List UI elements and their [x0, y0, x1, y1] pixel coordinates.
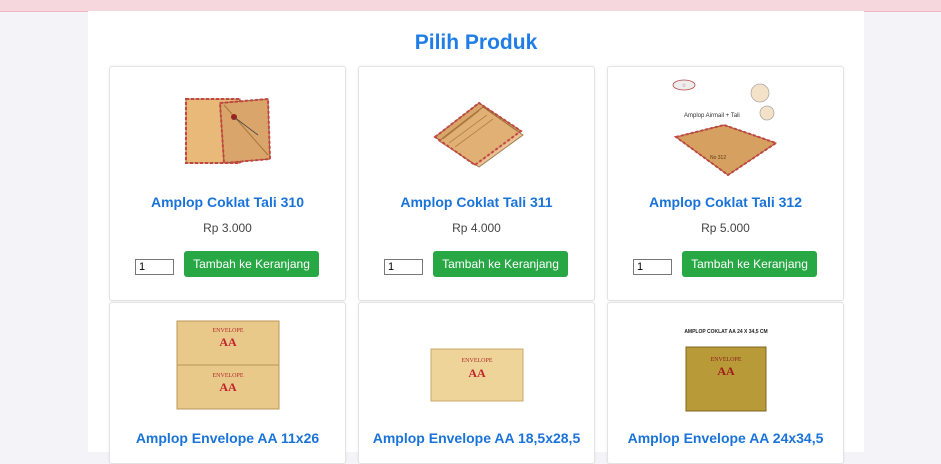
- product-card-310: Amplop Coklat Tali 310 Rp 3.000 Tambah k…: [109, 66, 346, 301]
- image-label-airmail: Amplop Airmail + Tali: [684, 113, 740, 119]
- product-name[interactable]: Amplop Envelope AA 18,5x28,5: [359, 430, 594, 446]
- image-label-size: AMPLOP COKLAT AA 24 X 34,5 CM: [684, 329, 767, 335]
- product-image-envelope-aa-18-5x28-5: ENVELOPE AA: [430, 348, 523, 402]
- image-label-no: No 312: [710, 155, 726, 161]
- product-image-envelope-aa-24x34-5: AMPLOP COKLAT AA 24 X 34,5 CM ENVELOPE A…: [684, 329, 767, 412]
- product-name[interactable]: Amplop Envelope AA 11x26: [110, 430, 345, 446]
- product-name[interactable]: Amplop Envelope AA 24x34,5: [608, 430, 843, 446]
- quantity-input[interactable]: [633, 259, 672, 275]
- product-name[interactable]: Amplop Coklat Tali 312: [608, 194, 843, 210]
- product-card-312: ☆ Amplop Airmail + Tali No 312 Amplop Co…: [607, 66, 844, 301]
- products-panel: Pilih Produk Amplop Coklat Tali 310 Rp 3…: [88, 11, 864, 464]
- product-name[interactable]: Amplop Coklat Tali 311: [359, 194, 594, 210]
- page-title: Pilih Produk: [414, 31, 538, 54]
- product-image-envelope-aa-11x26: ENVELOPE AA ENVELOPE AA: [176, 320, 279, 410]
- envelope-brand-2: ENVELOPE: [212, 373, 243, 379]
- envelope-mark: AA: [468, 366, 486, 380]
- product-image-amplop-coklat-311: [432, 101, 524, 168]
- envelope-brand: ENVELOPE: [461, 358, 492, 364]
- product-card-311: Amplop Coklat Tali 311 Rp 4.000 Tambah k…: [358, 66, 595, 301]
- product-price: Rp 3.000: [203, 221, 252, 235]
- envelope-mark-2: AA: [219, 380, 237, 394]
- envelope-brand: ENVELOPE: [710, 357, 741, 363]
- add-to-cart-button[interactable]: Tambah ke Keranjang: [433, 251, 568, 277]
- product-price: Rp 4.000: [452, 221, 501, 235]
- product-price: Rp 5.000: [701, 221, 750, 235]
- product-card-aa-24x34-5: AMPLOP COKLAT AA 24 X 34,5 CM ENVELOPE A…: [607, 302, 844, 464]
- product-card-aa-18-5x28-5: ENVELOPE AA Amplop Envelope AA 18,5x28,5: [358, 302, 595, 464]
- add-to-cart-button[interactable]: Tambah ke Keranjang: [682, 251, 817, 277]
- product-image-amplop-coklat-310: [184, 97, 271, 165]
- envelope-mark: AA: [219, 335, 237, 349]
- product-card-aa-11x26: ENVELOPE AA ENVELOPE AA Amplop Envelope …: [109, 302, 346, 464]
- envelope-brand: ENVELOPE: [212, 328, 243, 334]
- envelope-mark: AA: [717, 364, 735, 378]
- quantity-input[interactable]: [384, 259, 423, 275]
- svg-text:☆: ☆: [681, 83, 686, 89]
- quantity-input[interactable]: [135, 259, 174, 275]
- product-image-amplop-coklat-312: ☆ Amplop Airmail + Tali No 312: [672, 79, 778, 177]
- add-to-cart-button[interactable]: Tambah ke Keranjang: [184, 251, 319, 277]
- product-name[interactable]: Amplop Coklat Tali 310: [110, 194, 345, 210]
